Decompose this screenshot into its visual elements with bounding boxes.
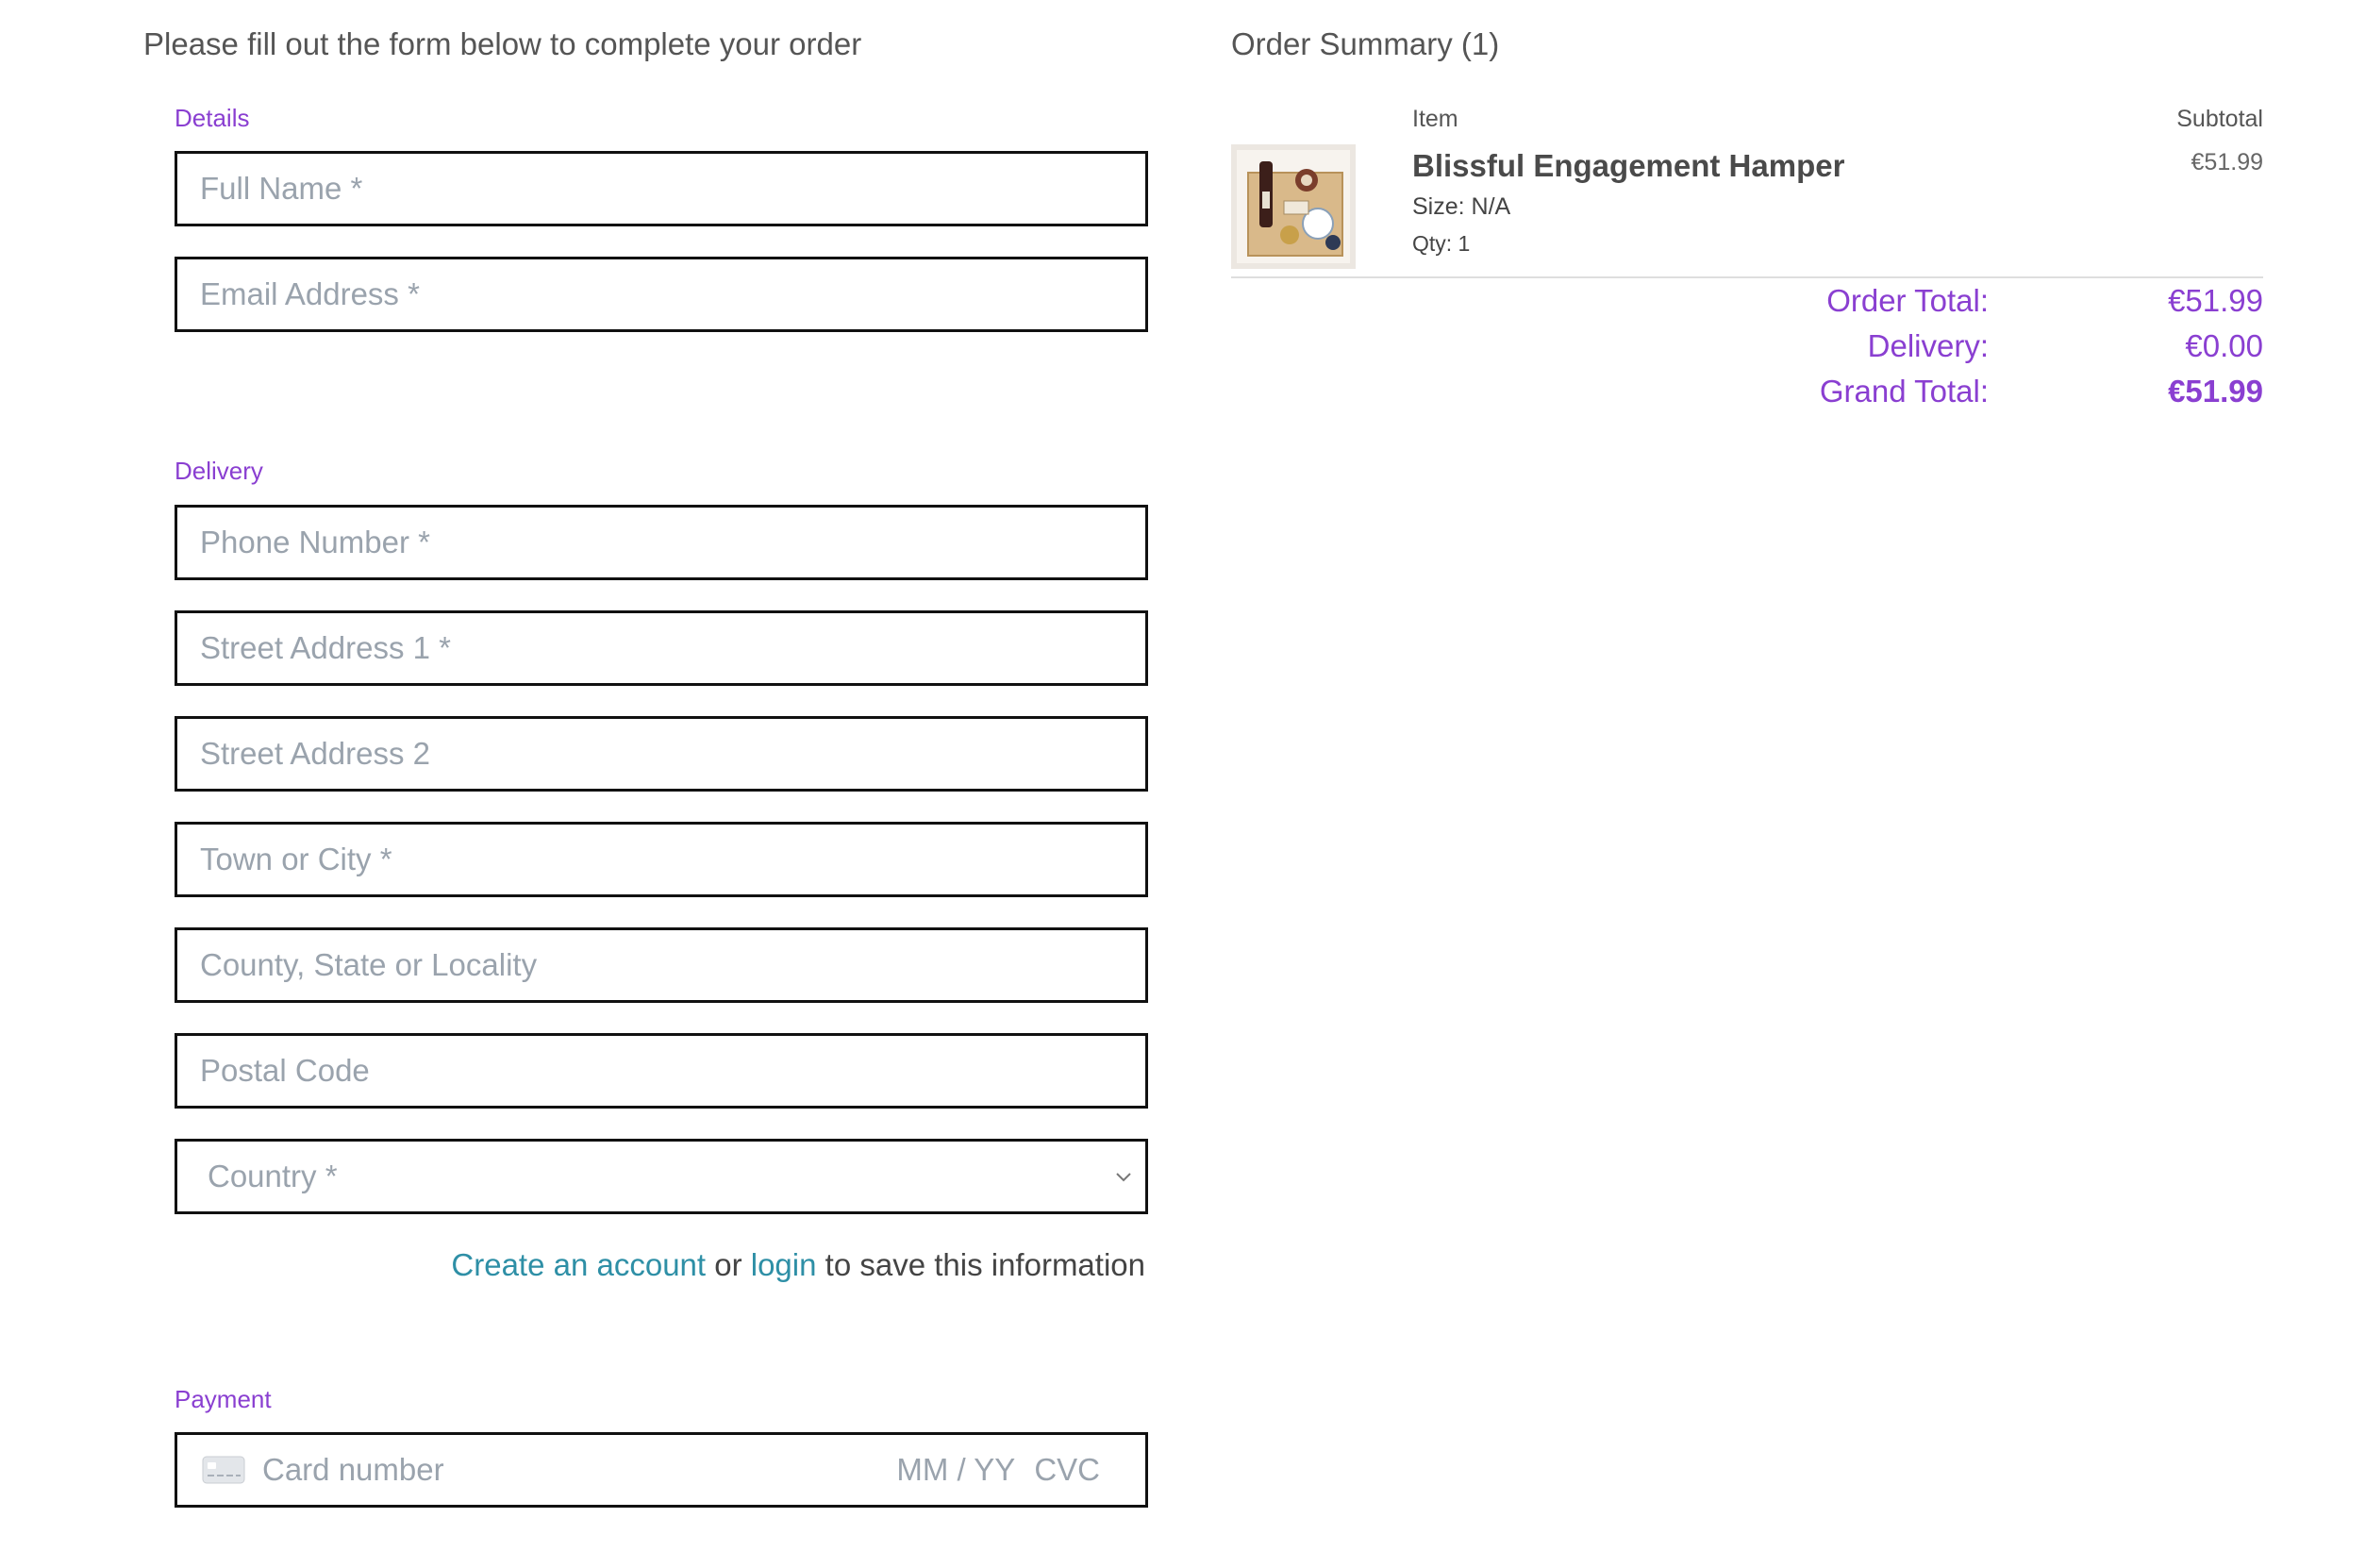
- phone-field[interactable]: [175, 505, 1148, 580]
- order-total-value: €51.99: [2168, 283, 2263, 318]
- summary-divider: [1231, 276, 2263, 278]
- account-prompt-suffix: to save this information: [825, 1247, 1145, 1282]
- product-thumbnail: [1231, 144, 1356, 269]
- product-size: Size: N/A: [1412, 193, 1511, 220]
- phone-input[interactable]: [177, 508, 1145, 577]
- product-name: Blissful Engagement Hamper: [1412, 148, 1845, 183]
- street-address-2-input[interactable]: [177, 719, 1145, 789]
- delivery-cost-value: €0.00: [2185, 328, 2263, 363]
- country-select-value: Country *: [208, 1159, 338, 1193]
- town-field[interactable]: [175, 822, 1148, 897]
- card-number-field[interactable]: Card number MM / YY CVC: [175, 1432, 1148, 1508]
- product-qty: Qty: 1: [1412, 231, 1471, 256]
- details-label: Details: [175, 104, 250, 132]
- postal-code-field[interactable]: [175, 1033, 1148, 1109]
- form-intro: Please fill out the form below to comple…: [143, 26, 862, 61]
- account-prompt: Create an account or login to save this …: [451, 1247, 1145, 1283]
- postal-code-input[interactable]: [177, 1036, 1145, 1106]
- card-expiry-input[interactable]: MM / YY: [896, 1452, 1015, 1488]
- create-account-link[interactable]: Create an account: [451, 1247, 706, 1282]
- grand-total-label: Grand Total:: [1819, 374, 1989, 409]
- street-address-1-field[interactable]: [175, 610, 1148, 686]
- account-prompt-or: or: [714, 1247, 742, 1282]
- column-header-subtotal: Subtotal: [2176, 106, 2263, 132]
- delivery-cost-label: Delivery:: [1867, 328, 1989, 363]
- card-number-input[interactable]: Card number: [262, 1452, 896, 1488]
- login-link[interactable]: login: [751, 1247, 817, 1282]
- product-subtotal: €51.99: [2191, 149, 2263, 175]
- email-field[interactable]: [175, 257, 1148, 332]
- town-input[interactable]: [177, 825, 1145, 894]
- email-input[interactable]: [177, 259, 1145, 329]
- street-address-2-field[interactable]: [175, 716, 1148, 792]
- street-address-1-input[interactable]: [177, 613, 1145, 683]
- full-name-field[interactable]: [175, 151, 1148, 226]
- grand-total-value: €51.99: [2168, 374, 2263, 409]
- county-input[interactable]: [177, 930, 1145, 1000]
- country-select[interactable]: Country *: [175, 1139, 1148, 1214]
- payment-label: Payment: [175, 1385, 272, 1413]
- credit-card-icon: [202, 1456, 245, 1484]
- card-cvc-input[interactable]: CVC: [1034, 1452, 1100, 1488]
- county-field[interactable]: [175, 927, 1148, 1003]
- column-header-item: Item: [1412, 106, 1458, 132]
- full-name-input[interactable]: [177, 154, 1145, 224]
- order-total-label: Order Total:: [1826, 283, 1989, 318]
- delivery-label: Delivery: [175, 457, 263, 485]
- order-summary-title: Order Summary (1): [1231, 26, 1500, 61]
- chevron-down-icon: [1116, 1173, 1131, 1182]
